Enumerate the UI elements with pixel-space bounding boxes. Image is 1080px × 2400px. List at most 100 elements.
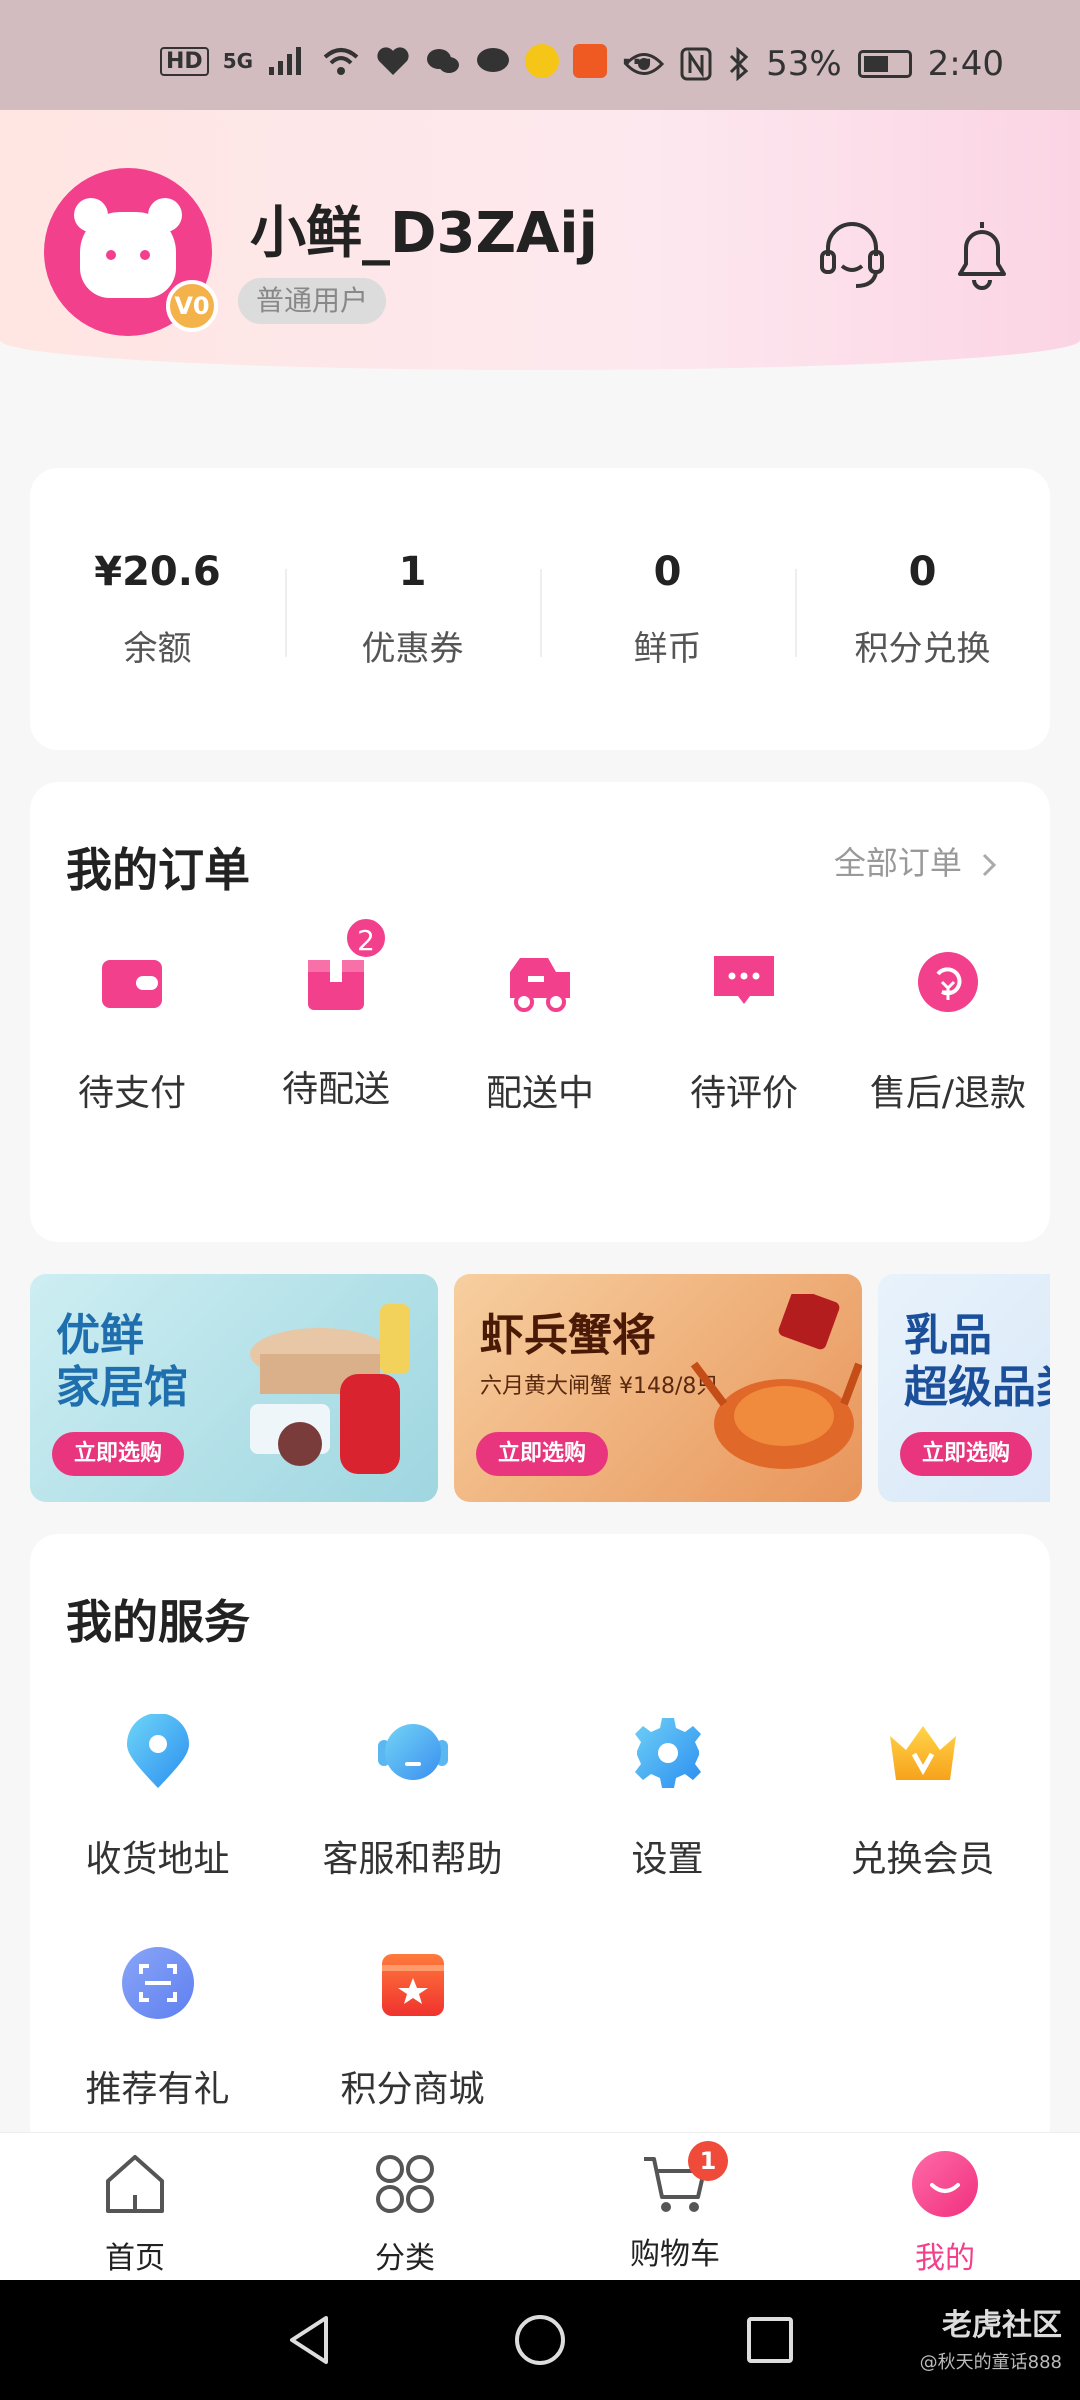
battery-percent: 53% [766,44,842,84]
avatar-bear-head [80,212,176,298]
chat-bubble-icon [477,48,510,72]
order-pending-review[interactable]: 待评价 [642,942,846,1116]
refund-icon [918,952,978,1012]
promo-banner-carousel: 优鲜 家居馆 立即选购 虾兵蟹将 六月黄大闸蟹 ¥148/8只 立即选购 乳品 … [30,1274,1050,1504]
stat-label: 积分兑换 [854,628,991,669]
banner-shop-button[interactable]: 立即选购 [52,1432,185,1476]
location-pin-icon [126,1713,189,1788]
my-services-card: 我的服务 收货地址 客服和帮助 设置 兑换会员 推荐有礼 积分商城 [30,1534,1050,2154]
stat-label: 优惠券 [361,628,464,669]
emoji-app-icon [525,44,560,78]
tab-category[interactable]: 分类 [270,2133,540,2281]
recent-apps-icon[interactable] [742,2312,798,2368]
scan-icon [121,1947,194,2019]
banner-title: 虾兵蟹将 [480,1310,656,1361]
health-heart-icon [377,47,409,75]
clock: 2:40 [927,44,1004,84]
tab-label: 我的 [915,2241,975,2276]
service-membership[interactable]: 兑换会员 [795,1714,1050,1882]
order-label: 待配送 [281,1069,390,1110]
banner-title-line1: 优鲜 [56,1310,144,1361]
tab-home[interactable]: 首页 [0,2133,270,2281]
banner-title-line2: 家居馆 [56,1362,188,1413]
store-icon [381,1954,444,2016]
customer-service-headset-icon[interactable] [816,216,888,292]
service-address[interactable]: 收货地址 [30,1713,285,1882]
stat-value: ¥20.6 [94,548,221,595]
system-navigation-bar: 老虎社区 @秋天的童话888 [0,2280,1080,2400]
banner-title-line2: 超级品类 [904,1362,1050,1413]
chevron-right-icon [982,853,997,877]
banner-title-line1: 乳品 [904,1310,992,1361]
profile-face-icon [912,2151,978,2217]
service-label: 客服和帮助 [322,1839,503,1880]
crab-illustration [690,1294,862,1469]
order-refund[interactable]: 售后/退款 [846,942,1050,1116]
bell-icon[interactable] [946,216,1018,292]
all-orders-label: 全部订单 [833,844,962,882]
promo-banner-home[interactable]: 优鲜 家居馆 立即选购 [30,1274,438,1502]
5g-label: 5G [222,49,254,73]
cart-icon-wrap: 1 [640,2141,728,2219]
services-title: 我的服务 [66,1595,250,1649]
signal-icon [269,47,302,75]
service-label: 积分商城 [340,2069,485,2110]
wifi-icon [323,48,359,75]
comment-icon [714,956,774,1004]
banner-shop-button[interactable]: 立即选购 [476,1432,609,1476]
promo-banner-crab[interactable]: 虾兵蟹将 六月黄大闸蟹 ¥148/8只 立即选购 [454,1274,862,1502]
stat-value: 1 [398,548,427,595]
banner-title: 优鲜 家居馆 [56,1310,188,1414]
order-in-delivery[interactable]: 配送中 [438,942,642,1116]
watermark-main: 老虎社区 [942,2308,1062,2343]
orders-title: 我的订单 [66,843,250,897]
status-left-icons: HD 5G ··· [160,44,653,78]
my-orders-card: 我的订单 全部订单 待支付 2 待配送 配送中 待评价 售后/退款 [30,782,1050,1242]
home-goods-illustration [250,1304,410,1474]
tab-mine[interactable]: 我的 [810,2133,1080,2281]
service-referral[interactable]: 推荐有礼 [30,1944,285,2112]
battery-icon [857,50,912,78]
service-points-mall[interactable]: 积分商城 [285,1944,540,2112]
service-label: 兑换会员 [850,1839,995,1880]
pending-delivery-badge: 2 [344,916,388,960]
service-settings[interactable]: 设置 [540,1714,795,1882]
banner-shop-button[interactable]: 立即选购 [900,1432,1033,1476]
back-icon[interactable] [282,2312,338,2368]
eye-icon [624,53,665,75]
all-orders-link[interactable]: 全部订单 [834,838,998,884]
wallet-icon [102,960,162,1008]
order-label: 配送中 [485,1073,594,1114]
order-pending-payment[interactable]: 待支付 [30,942,234,1116]
service-customer-help[interactable]: 客服和帮助 [285,1714,540,1882]
package-icon-wrap: 2 [296,916,388,1022]
stat-points[interactable]: 0 积分兑换 [795,549,1050,670]
nfc-icon [680,47,712,81]
stat-balance[interactable]: ¥20.6 余额 [30,549,285,670]
order-label: 售后/退款 [869,1073,1027,1114]
promo-banner-dairy[interactable]: 乳品 超级品类 立即选购 [878,1274,1050,1502]
tab-label: 分类 [375,2241,435,2276]
banner-subtitle: 六月黄大闸蟹 ¥148/8只 [480,1374,719,1399]
stat-coins[interactable]: 0 鲜币 [540,549,795,670]
username: 小鲜_D3ZAij [250,201,598,266]
stat-coupons[interactable]: 1 优惠券 [285,549,540,670]
order-pending-delivery[interactable]: 2 待配送 [234,916,438,1116]
service-label: 推荐有礼 [85,2069,230,2110]
stat-value: 0 [908,548,937,595]
order-label: 待评价 [689,1073,798,1114]
tab-cart[interactable]: 1 购物车 [540,2133,810,2281]
profile-header: V0 小鲜_D3ZAij 普通用户 [0,110,1080,370]
bluetooth-icon [730,47,749,81]
status-bar: HD 5G ··· 53% 2:40 [0,0,1080,110]
crown-icon [889,1726,956,1780]
bottom-tab-bar: 首页 分类 1 购物车 我的 [0,2132,1080,2281]
stat-value: 0 [653,548,682,595]
watermark: 老虎社区 @秋天的童话888 [920,2300,1062,2374]
banner-title: 乳品 超级品类 [904,1310,1050,1414]
order-label: 待支付 [77,1073,186,1114]
vip-level-badge: V0 [166,280,218,332]
avatar-bear-eye-left [106,250,116,260]
stat-label: 鲜币 [633,628,702,669]
home-circle-icon[interactable] [512,2312,568,2368]
